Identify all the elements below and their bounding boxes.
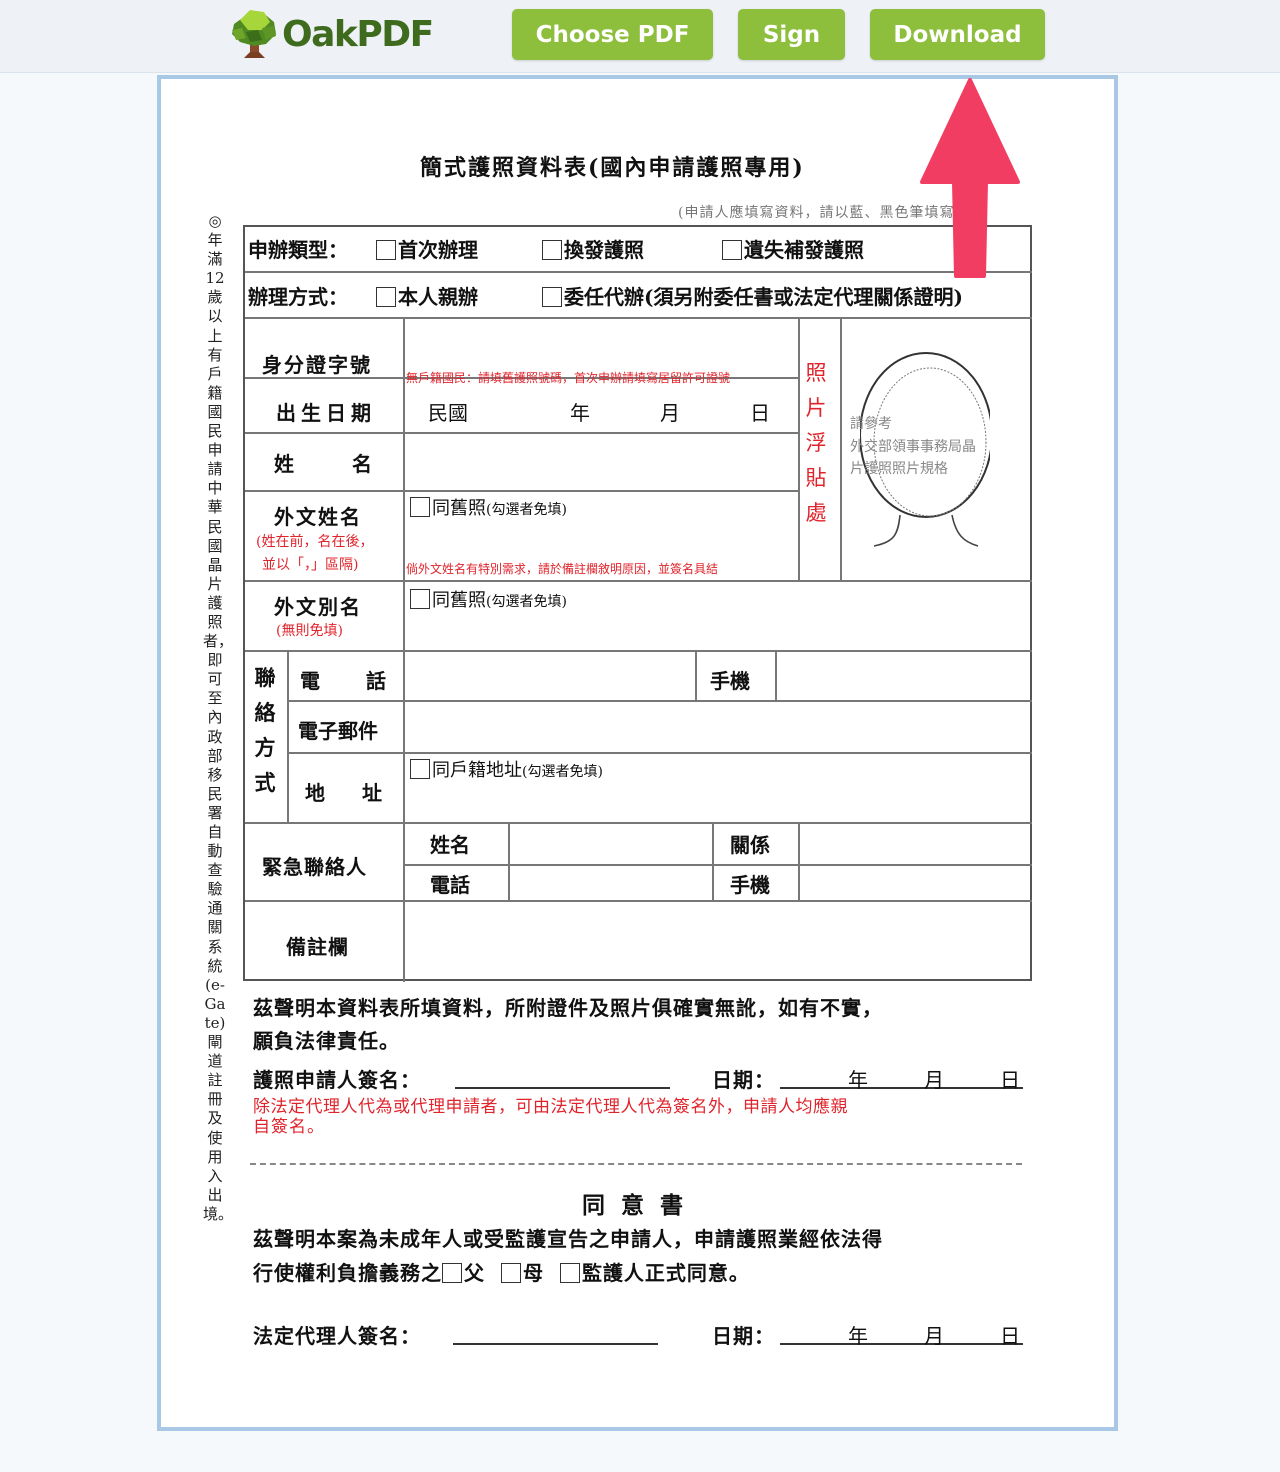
guardian-date-label: 日期： bbox=[712, 1324, 775, 1348]
photo-hint-3: 片護照照片規格 bbox=[850, 461, 948, 477]
remarks-field[interactable] bbox=[403, 900, 1031, 980]
brand-name: OakPDF bbox=[282, 13, 434, 55]
phone-label-1: 電 bbox=[300, 669, 320, 693]
consent-line-1: 茲聲明本案為未成年人或受監護宣告之申請人，申請護照業經依法得 bbox=[253, 1227, 883, 1251]
declaration-line-1: 茲聲明本資料表所填資料，所附證件及照片俱確實無訛，如有不實， bbox=[253, 996, 883, 1020]
processing-method-label: 辦理方式： bbox=[248, 285, 348, 309]
address-label-2: 址 bbox=[362, 781, 382, 805]
consent-line-2: 行使權利負擔義務之父 母 監護人正式同意。 bbox=[253, 1261, 750, 1285]
phone-label-2: 話 bbox=[366, 669, 386, 693]
name-label-2: 名 bbox=[352, 452, 372, 476]
checkbox-guardian[interactable] bbox=[559, 1263, 580, 1283]
name-label-1: 姓 bbox=[274, 452, 294, 476]
checkbox-mother[interactable] bbox=[500, 1263, 521, 1283]
guardian-date-year: 年 bbox=[848, 1324, 869, 1348]
photo-label: 照片浮貼處 bbox=[805, 361, 827, 525]
birth-date-era: 民國 bbox=[428, 401, 468, 425]
mobile-label: 手機 bbox=[710, 669, 750, 693]
checkbox[interactable] bbox=[376, 240, 396, 260]
guardian-signature-label: 法定代理人簽名： bbox=[253, 1324, 421, 1348]
applicant-date-year: 年 bbox=[848, 1068, 869, 1092]
emergency-phone-field[interactable] bbox=[508, 863, 710, 899]
oak-tree-icon bbox=[232, 10, 276, 58]
mobile-field[interactable] bbox=[775, 650, 1031, 698]
foreign-alias-sub: (無則免填) bbox=[276, 623, 343, 639]
applicant-date-day: 日 bbox=[1000, 1068, 1021, 1092]
birth-date-month: 月 bbox=[660, 401, 680, 425]
option-lost-replacement[interactable]: 遺失補發護照 bbox=[722, 234, 864, 263]
download-button[interactable]: Download bbox=[870, 9, 1045, 60]
checkbox[interactable] bbox=[542, 240, 562, 260]
applicant-signature-label: 護照申請人簽名： bbox=[253, 1068, 421, 1092]
applicant-signature-line[interactable] bbox=[455, 1087, 670, 1089]
side-note: ◎年滿12歲以上有戶籍國民申請中華民國晶片護照者，即可至內政部移民署自動查驗通關… bbox=[203, 212, 234, 1223]
checkbox-father[interactable] bbox=[442, 1263, 462, 1283]
address-same-household[interactable]: 同戶籍地址(勾選者免填) bbox=[410, 756, 603, 782]
photo-hint-1: 請參考 bbox=[850, 416, 892, 432]
top-toolbar: OakPDF Choose PDF Sign Download bbox=[0, 0, 1280, 73]
option-in-person[interactable]: 本人親辦 bbox=[376, 281, 478, 310]
document-title: 簡式護照資料表(國內申請護照專用) bbox=[420, 155, 805, 181]
signature-note-line-2: 自簽名。 bbox=[253, 1117, 325, 1137]
emergency-contact-label: 緊急聯絡人 bbox=[262, 855, 367, 879]
declaration-line-2: 願負法律責任。 bbox=[253, 1029, 400, 1053]
brand-logo[interactable]: OakPDF bbox=[228, 6, 434, 62]
checkbox[interactable] bbox=[376, 287, 396, 307]
birth-date-year: 年 bbox=[570, 401, 590, 425]
emergency-mobile-field[interactable] bbox=[798, 863, 1031, 899]
emergency-name-field[interactable] bbox=[508, 822, 710, 862]
checkbox[interactable] bbox=[410, 497, 430, 517]
address-label-1: 地 bbox=[305, 781, 325, 805]
emergency-relation-field[interactable] bbox=[798, 822, 1031, 862]
foreign-name-label: 外文姓名 bbox=[274, 505, 362, 529]
foreign-name-same-as-old[interactable]: 同舊照(勾選者免填) bbox=[410, 494, 567, 520]
remarks-label: 備註欄 bbox=[286, 935, 349, 959]
foreign-name-sub-1: (姓在前，名在後， bbox=[256, 534, 374, 550]
checkbox[interactable] bbox=[410, 759, 430, 779]
photo-hint-2: 外交部領事事務局晶 bbox=[850, 439, 976, 455]
guardian-signature-line[interactable] bbox=[453, 1343, 658, 1345]
guardian-date-day: 日 bbox=[1000, 1324, 1021, 1348]
emergency-phone-label: 電話 bbox=[430, 873, 470, 897]
id-number-field[interactable] bbox=[403, 317, 796, 373]
name-field[interactable] bbox=[403, 432, 796, 488]
sign-button[interactable]: Sign bbox=[738, 9, 845, 60]
id-number-label: 身分證字號 bbox=[262, 353, 372, 377]
emergency-name-label: 姓名 bbox=[430, 833, 470, 857]
emergency-mobile-label: 手機 bbox=[730, 873, 770, 897]
signature-note-line-1: 除法定代理人代為或代理申請者，可由法定代理人代為簽名外，申請人均應親 bbox=[253, 1097, 848, 1117]
applicant-date-line[interactable] bbox=[780, 1087, 1023, 1089]
phone-field[interactable] bbox=[403, 650, 693, 698]
consent-title: 同 意 書 bbox=[582, 1192, 688, 1219]
option-first-time[interactable]: 首次辦理 bbox=[376, 234, 478, 263]
emergency-relation-label: 關係 bbox=[730, 833, 770, 857]
checkbox[interactable] bbox=[542, 287, 562, 307]
choose-pdf-button[interactable]: Choose PDF bbox=[512, 9, 713, 60]
arrow-up-icon bbox=[920, 78, 1020, 278]
foreign-name-sub-2: 並以「，」區隔) bbox=[262, 557, 359, 573]
section-divider bbox=[250, 1163, 1022, 1165]
birth-date-day: 日 bbox=[750, 401, 770, 425]
birth-date-label: 出生日期 bbox=[276, 401, 376, 425]
applicant-date-label: 日期： bbox=[712, 1068, 775, 1092]
applicant-date-month: 月 bbox=[924, 1068, 945, 1092]
email-field[interactable] bbox=[403, 700, 1031, 750]
option-proxy[interactable]: 委任代辦(須另附委任書或法定代理關係證明) bbox=[542, 281, 963, 310]
guardian-date-month: 月 bbox=[924, 1324, 945, 1348]
checkbox[interactable] bbox=[410, 589, 430, 609]
foreign-alias-same-as-old[interactable]: 同舊照(勾選者免填) bbox=[410, 586, 567, 612]
email-label: 電子郵件 bbox=[298, 719, 378, 743]
option-renewal[interactable]: 換發護照 bbox=[542, 234, 644, 263]
contact-group-label: 聯絡方式 bbox=[254, 665, 276, 795]
guardian-date-line[interactable] bbox=[780, 1343, 1023, 1345]
foreign-alias-label: 外文別名 bbox=[274, 595, 362, 619]
checkbox[interactable] bbox=[722, 240, 742, 260]
foreign-name-note: 倘外文姓名有特別需求，請於備註欄敘明原因，並簽名具結 bbox=[406, 562, 719, 576]
application-type-label: 申辦類型： bbox=[248, 238, 348, 262]
